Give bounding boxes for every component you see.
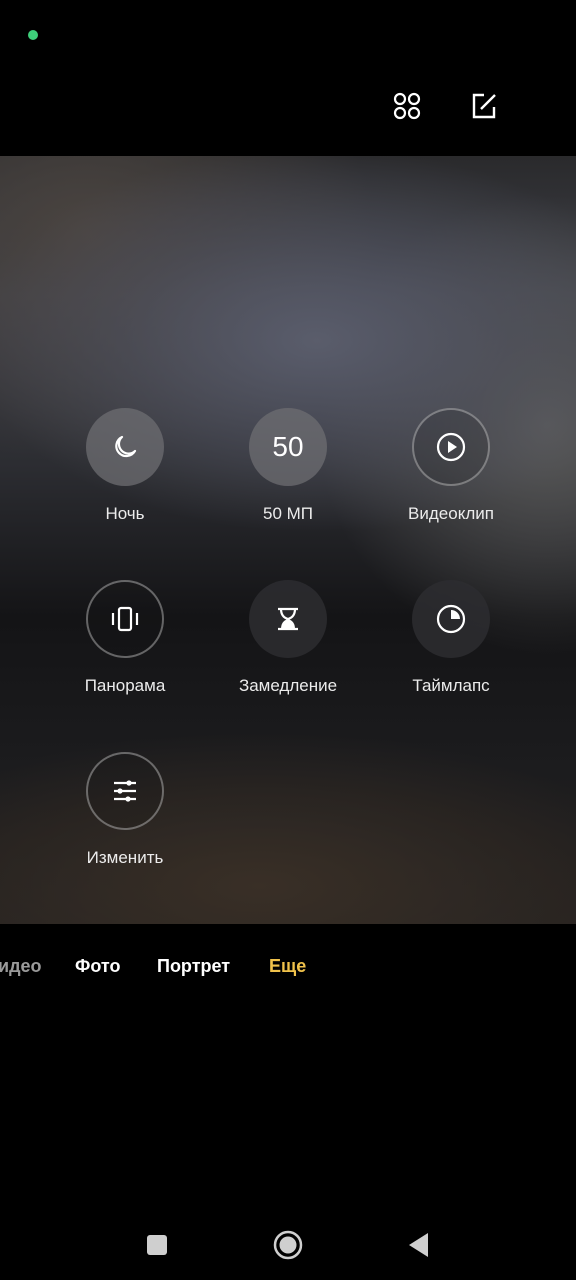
mode-label: 50 МП: [262, 504, 313, 523]
status-indicator-dot: [28, 30, 38, 40]
mode-tab-more[interactable]: Еще: [269, 956, 306, 977]
home-icon[interactable]: [268, 1225, 308, 1265]
mode-tab-photo[interactable]: Фото: [75, 956, 120, 977]
50mp-icon-text: 50: [272, 431, 304, 462]
back-icon[interactable]: [399, 1225, 439, 1265]
mode-timelapse[interactable]: Таймлапс: [371, 580, 531, 696]
mode-label: Видеоклип: [408, 504, 494, 523]
panorama-icon: [86, 580, 164, 658]
moon-icon: [86, 408, 164, 486]
mode-tab-video[interactable]: идео: [0, 956, 42, 977]
mode-edit[interactable]: Изменить: [45, 752, 205, 868]
four-dots-icon[interactable]: [387, 86, 427, 126]
mode-tab-portrait[interactable]: Портрет: [157, 956, 230, 977]
mode-label: Панорама: [84, 676, 166, 695]
50mp-icon: 50: [249, 408, 327, 486]
edit-square-icon[interactable]: [464, 86, 504, 126]
play-circle-icon: [412, 408, 490, 486]
sliders-icon: [86, 752, 164, 830]
mode-slowmo[interactable]: Замедление: [208, 580, 368, 696]
mode-videoclip[interactable]: Видеоклип: [371, 408, 531, 524]
mode-label: Замедление: [238, 676, 338, 695]
hourglass-icon: [249, 580, 327, 658]
mode-50mp[interactable]: 50 50 МП: [208, 408, 368, 524]
mode-label: Изменить: [86, 848, 164, 867]
mode-label: Ночь: [105, 504, 145, 523]
mode-label: Таймлапс: [412, 676, 490, 695]
mode-night[interactable]: Ночь: [45, 408, 205, 524]
recent-apps-icon[interactable]: [137, 1225, 177, 1265]
mode-panorama[interactable]: Панорама: [45, 580, 205, 696]
mode-selector-bar: идео Фото Портрет Еще: [0, 956, 576, 980]
timer-icon: [412, 580, 490, 658]
